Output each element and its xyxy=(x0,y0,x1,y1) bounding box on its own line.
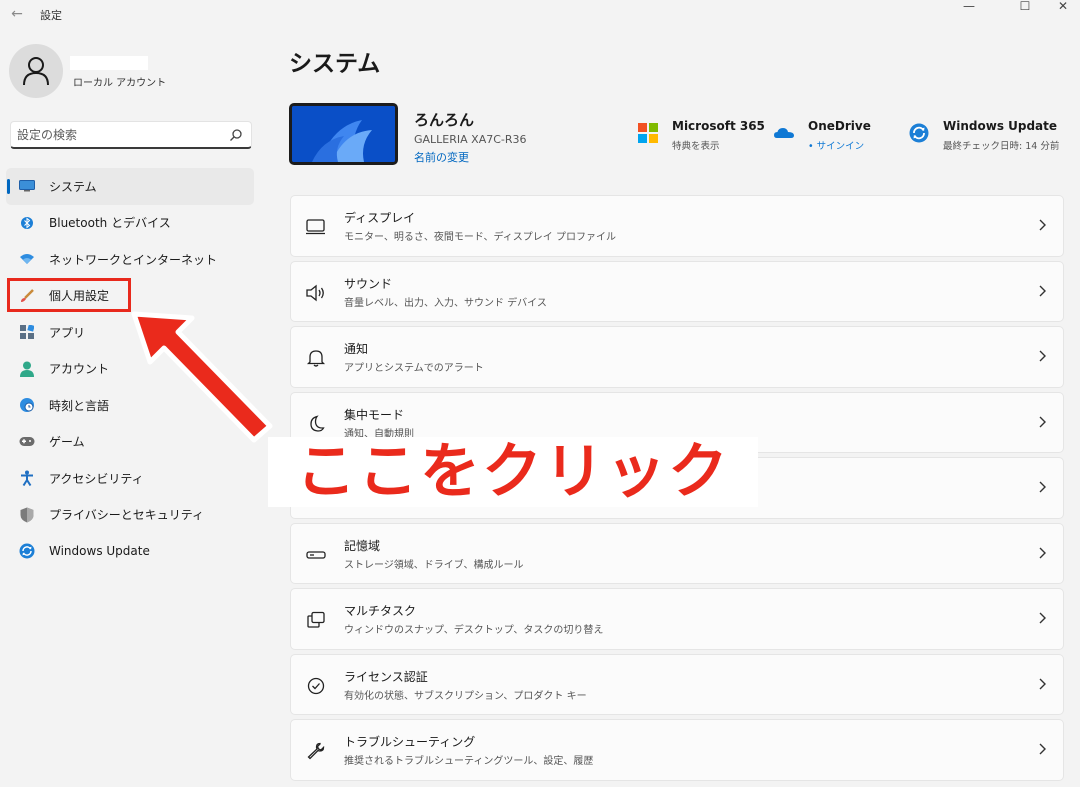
chevron-right-icon xyxy=(1039,743,1046,755)
sidebar-item-label: アプリ xyxy=(49,325,86,340)
card-subtitle: 有効化の状態、サブスクリプション、プロダクト キー xyxy=(344,690,587,702)
sidebar-item-label: アカウント xyxy=(49,362,110,377)
annotation-arrow xyxy=(131,311,273,443)
quick-link-title: Microsoft 365 xyxy=(672,119,765,133)
card-display[interactable]: ディスプレイ モニター、明るさ、夜間モード、ディスプレイ プロファイル xyxy=(290,195,1064,257)
sidebar-item-privacy[interactable]: プライバシーとセキュリティ xyxy=(6,497,254,534)
card-subtitle: ストレージ領域、ドライブ、構成ルール xyxy=(344,559,524,571)
accessibility-icon xyxy=(19,470,35,487)
device-name: ろんろん xyxy=(414,111,475,129)
card-subtitle: 推奨されるトラブルシューティングツール、設定、履歴 xyxy=(344,756,594,767)
account-type: ローカル アカウント xyxy=(73,78,167,89)
chevron-right-icon xyxy=(1039,219,1046,231)
storage-icon xyxy=(306,550,326,559)
card-sound[interactable]: サウンド 音量レベル、出力、入力、サウンド デバイス xyxy=(290,260,1064,322)
sidebar-item-windows-update[interactable]: Windows Update xyxy=(6,533,254,570)
device-thumbnail xyxy=(289,103,398,165)
cloud-icon xyxy=(774,128,794,138)
page-title: システム xyxy=(289,51,381,77)
sidebar-item-label: アクセシビリティ xyxy=(49,471,144,486)
card-storage[interactable]: 記憶域 ストレージ領域、ドライブ、構成ルール xyxy=(290,522,1064,584)
title-bar: ← 設定 — ☐ ✕ xyxy=(0,0,1080,30)
search-box[interactable] xyxy=(10,121,252,149)
multitask-icon xyxy=(307,611,325,628)
sidebar-item-label: ネットワークとインターネット xyxy=(49,252,218,267)
card-subtitle: ウィンドウのスナップ、デスクトップ、タスクの切り替え xyxy=(344,625,604,636)
sidebar-item-bluetooth[interactable]: Bluetooth とデバイス xyxy=(6,205,254,242)
card-activation[interactable]: ライセンス認証 有効化の状態、サブスクリプション、プロダクト キー xyxy=(290,653,1064,715)
quick-link-title: Windows Update xyxy=(943,119,1058,133)
quick-link-sub: 最終チェック日時: 14 分前 xyxy=(943,141,1060,152)
chevron-right-icon xyxy=(1039,350,1046,362)
card-title: ライセンス認証 xyxy=(344,669,428,684)
sidebar-item-label: システム xyxy=(49,179,97,194)
wallpaper-bloom-icon xyxy=(292,106,395,162)
chevron-right-icon xyxy=(1039,285,1046,296)
card-subtitle: 音量レベル、出力、入力、サウンド デバイス xyxy=(344,297,547,309)
sidebar-item-network[interactable]: ネットワークとインターネット xyxy=(6,241,254,278)
rename-link[interactable]: 名前の変更 xyxy=(414,149,469,165)
card-title: 集中モード xyxy=(344,407,405,422)
card-title: 通知 xyxy=(344,342,369,356)
search-input[interactable] xyxy=(17,126,227,144)
sidebar-item-label: プライバシーとセキュリティ xyxy=(49,508,205,523)
card-title: マルチタスク xyxy=(344,604,417,618)
user-name-redacted xyxy=(70,56,148,70)
app-title: 設定 xyxy=(40,9,62,22)
device-model: GALLERIA XA7C-R36 xyxy=(414,133,527,146)
account-icon xyxy=(19,361,35,377)
chevron-right-icon xyxy=(1039,547,1046,558)
chevron-right-icon xyxy=(1039,612,1046,624)
back-arrow-icon[interactable]: ← xyxy=(8,5,26,23)
wrench-icon xyxy=(307,742,325,760)
check-circle-icon xyxy=(307,677,325,694)
minimize-button[interactable]: — xyxy=(946,0,992,14)
sidebar-item-accessibility[interactable]: アクセシビリティ xyxy=(6,460,254,497)
bluetooth-icon xyxy=(19,215,35,231)
card-subtitle: アプリとシステムでのアラート xyxy=(344,363,484,374)
card-title: トラブルシューティング xyxy=(344,735,476,749)
quick-link-title: OneDrive xyxy=(808,119,871,133)
annotation-callout-text: ここをクリック xyxy=(296,437,730,507)
sidebar-item-system[interactable]: システム xyxy=(6,168,254,205)
close-button[interactable]: ✕ xyxy=(1040,0,1080,14)
card-subtitle: モニター、明るさ、夜間モード、ディスプレイ プロファイル xyxy=(344,232,616,243)
gamepad-icon xyxy=(19,434,35,450)
quick-link-sub: 特典を表示 xyxy=(672,141,720,152)
shield-icon xyxy=(19,507,35,523)
display-icon xyxy=(306,219,325,235)
chevron-right-icon xyxy=(1039,416,1046,427)
speaker-icon xyxy=(306,284,324,301)
card-notifications[interactable]: 通知 アプリとシステムでのアラート xyxy=(290,326,1064,388)
card-title: ディスプレイ xyxy=(344,211,416,225)
annotation-callout: ここをクリック xyxy=(268,437,758,507)
highlight-box-personalization xyxy=(7,278,131,312)
card-title: サウンド xyxy=(344,276,393,291)
chevron-right-icon xyxy=(1039,481,1046,493)
quick-link-sub: • サインイン xyxy=(808,141,865,152)
avatar[interactable] xyxy=(9,44,63,98)
wifi-icon xyxy=(19,251,35,267)
sidebar-item-label: 時刻と言語 xyxy=(49,398,110,413)
globe-clock-icon xyxy=(19,397,35,413)
apps-icon xyxy=(19,324,35,340)
search-icon[interactable] xyxy=(229,128,243,142)
update-icon xyxy=(19,543,35,559)
chevron-right-icon xyxy=(1039,678,1046,689)
card-title: 記憶域 xyxy=(344,538,381,553)
sidebar-item-label: Bluetooth とデバイス xyxy=(49,216,171,231)
update-icon xyxy=(909,123,929,143)
sidebar-item-label: Windows Update xyxy=(49,544,150,559)
card-multitasking[interactable]: マルチタスク ウィンドウのスナップ、デスクトップ、タスクの切り替え xyxy=(290,588,1064,650)
person-icon xyxy=(23,57,49,86)
bell-icon xyxy=(306,350,326,367)
card-troubleshoot[interactable]: トラブルシューティング 推奨されるトラブルシューティングツール、設定、履歴 xyxy=(290,719,1064,781)
microsoft-logo-icon xyxy=(638,123,658,143)
monitor-icon xyxy=(19,178,35,194)
moon-icon xyxy=(310,414,325,432)
sidebar-item-label: ゲーム xyxy=(49,435,85,450)
